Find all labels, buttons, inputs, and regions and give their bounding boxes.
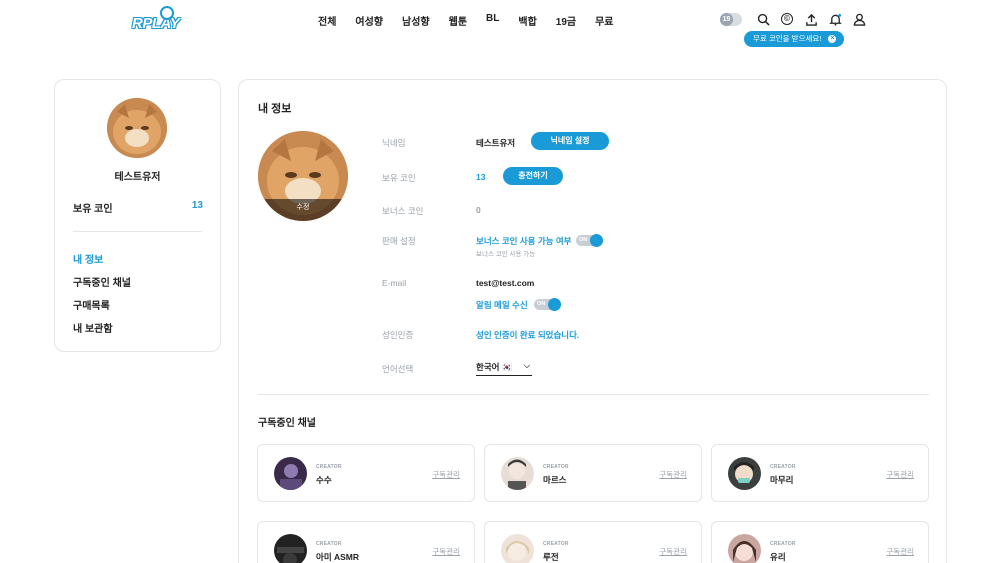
- creator-tag: CREATOR: [770, 541, 796, 547]
- user-name: 테스트유저: [114, 172, 161, 183]
- divider: [73, 231, 202, 232]
- bell-icon[interactable]: [828, 12, 842, 26]
- channel-avatar: [501, 457, 534, 490]
- subscriptions-title: 구독중인 채널: [258, 418, 316, 429]
- free-coin-text: 무료 코인을 받으세요!: [753, 34, 822, 43]
- nickname-value: 테스트유저: [476, 138, 516, 148]
- channel-name: 루전: [543, 552, 559, 562]
- creator-tag: CREATOR: [316, 541, 342, 547]
- bonus-coin-label: 보너스 코인: [382, 206, 424, 216]
- chevron-down-icon: ⌵: [523, 361, 530, 370]
- nickname-label: 닉네임: [382, 138, 406, 148]
- avatar-edit-button[interactable]: 수정: [258, 199, 348, 221]
- bonus-coin-value: 0: [476, 205, 481, 215]
- close-icon[interactable]: ×: [828, 35, 837, 43]
- channel-name: 마무리: [770, 475, 794, 485]
- top-header: RPLAY 전체 여성향 남성향 웹툰 BL 백합 19금 무료 19 © 무료…: [0, 0, 1000, 47]
- channel-card[interactable]: CREATOR 아미 ASMR 구독관리: [257, 521, 475, 563]
- language-label: 언어선택: [382, 364, 414, 374]
- charge-button[interactable]: 충전하기: [503, 167, 563, 185]
- sidebar-item-subscriptions[interactable]: 구독중인 채널: [73, 274, 131, 297]
- language-select[interactable]: 한국어 🇰🇷 ⌵: [476, 361, 532, 376]
- coin-value: 13: [191, 200, 203, 211]
- nav-item-gl[interactable]: 백합: [518, 13, 536, 28]
- set-nickname-button[interactable]: 닉네임 설정: [531, 132, 609, 150]
- nav-item-female[interactable]: 여성향: [355, 13, 383, 28]
- page-title: 내 정보: [258, 103, 292, 115]
- adult-badge: 19: [720, 12, 733, 26]
- sidebar-menu: 내 정보 구독중인 채널 구매목록 내 보관함: [73, 251, 131, 343]
- nav-item-adult[interactable]: 19금: [556, 13, 576, 28]
- manage-subscription-link[interactable]: 구독관리: [886, 546, 914, 557]
- logo-bubble-icon: [160, 6, 174, 20]
- mail-alert-toggle[interactable]: ON: [534, 298, 561, 311]
- channel-card[interactable]: CREATOR 루전 구독관리: [484, 521, 702, 563]
- toggle-knob: [548, 298, 561, 311]
- channel-name: 마르스: [543, 475, 567, 485]
- manage-subscription-link[interactable]: 구독관리: [432, 469, 460, 480]
- channel-card[interactable]: CREATOR 마무리 구독관리: [711, 444, 929, 502]
- manage-subscription-link[interactable]: 구독관리: [432, 546, 460, 557]
- channel-avatar: [728, 457, 761, 490]
- channel-avatar: [728, 534, 761, 563]
- sale-setting-label: 판매 설정: [382, 236, 416, 246]
- sidebar-item-purchases[interactable]: 구매목록: [73, 297, 131, 320]
- channel-card[interactable]: CREATOR 마르스 구독관리: [484, 444, 702, 502]
- nav-item-all[interactable]: 전체: [318, 13, 336, 28]
- email-label: E-mail: [382, 278, 407, 288]
- coin-field-value: 13: [476, 172, 486, 182]
- header-actions: 19 ©: [720, 12, 876, 26]
- language-value: 한국어 🇰🇷: [476, 362, 513, 372]
- coin-glyph: ©: [781, 13, 793, 25]
- adult-verify-value: 성인 인증이 완료 되었습니다.: [476, 330, 580, 340]
- divider: [258, 394, 929, 395]
- coin-label: 보유 코인: [73, 204, 113, 215]
- main-panel: 내 정보 수정 닉네임 테스트유저 닉네임 설정 보유 코인 13 충전하기 보…: [238, 79, 947, 563]
- avatar: [107, 98, 167, 158]
- bonus-usable-toggle[interactable]: ON: [576, 234, 603, 247]
- coin-icon[interactable]: ©: [780, 12, 794, 26]
- bonus-usable-label: 보너스 코인 사용 가능 여부: [476, 236, 572, 246]
- manage-subscription-link[interactable]: 구독관리: [659, 469, 687, 480]
- toggle-on-text: ON: [537, 301, 546, 307]
- channel-card[interactable]: CREATOR 수수 구독관리: [257, 444, 475, 502]
- creator-tag: CREATOR: [543, 464, 569, 470]
- manage-subscription-link[interactable]: 구독관리: [886, 469, 914, 480]
- adult-content-toggle[interactable]: 19: [720, 12, 742, 26]
- channel-card[interactable]: CREATOR 유리 구독관리: [711, 521, 929, 563]
- channel-avatar: [501, 534, 534, 563]
- upload-icon[interactable]: [804, 12, 818, 26]
- channel-avatar: [274, 534, 307, 563]
- rplay-logo[interactable]: RPLAY: [130, 6, 180, 34]
- nav-item-male[interactable]: 남성향: [402, 13, 430, 28]
- search-icon[interactable]: [756, 12, 770, 26]
- mail-alert-label: 알림 메일 수신: [476, 300, 528, 310]
- creator-tag: CREATOR: [770, 464, 796, 470]
- channel-name: 수수: [316, 475, 332, 485]
- profile-sidebar: 테스트유저 보유 코인 13 내 정보 구독중인 채널 구매목록 내 보관함: [54, 79, 221, 352]
- user-icon[interactable]: [852, 12, 866, 26]
- channel-avatar: [274, 457, 307, 490]
- creator-tag: CREATOR: [316, 464, 342, 470]
- sidebar-item-library[interactable]: 내 보관함: [73, 320, 131, 343]
- channel-name: 유리: [770, 552, 786, 562]
- adult-verify-label: 성인인증: [382, 330, 414, 340]
- manage-subscription-link[interactable]: 구독관리: [659, 546, 687, 557]
- email-value: test@test.com: [476, 278, 535, 288]
- coin-field-label: 보유 코인: [382, 173, 416, 183]
- coin-balance-row: 보유 코인 13: [73, 200, 203, 215]
- nav-item-webtoon[interactable]: 웹툰: [449, 13, 467, 28]
- toggle-on-text: ON: [579, 237, 588, 243]
- nav-item-free[interactable]: 무료: [595, 13, 613, 28]
- toggle-knob: [590, 234, 603, 247]
- profile-avatar[interactable]: 수정: [258, 131, 348, 221]
- nav-item-bl[interactable]: BL: [486, 13, 499, 28]
- bonus-usable-note: 보너스 코인 사용 가능: [476, 251, 536, 258]
- creator-tag: CREATOR: [543, 541, 569, 547]
- channel-name: 아미 ASMR: [316, 552, 360, 562]
- free-coin-banner[interactable]: 무료 코인을 받으세요! ×: [744, 31, 845, 47]
- sidebar-item-my-info[interactable]: 내 정보: [73, 251, 131, 274]
- main-nav: 전체 여성향 남성향 웹툰 BL 백합 19금 무료: [318, 13, 633, 28]
